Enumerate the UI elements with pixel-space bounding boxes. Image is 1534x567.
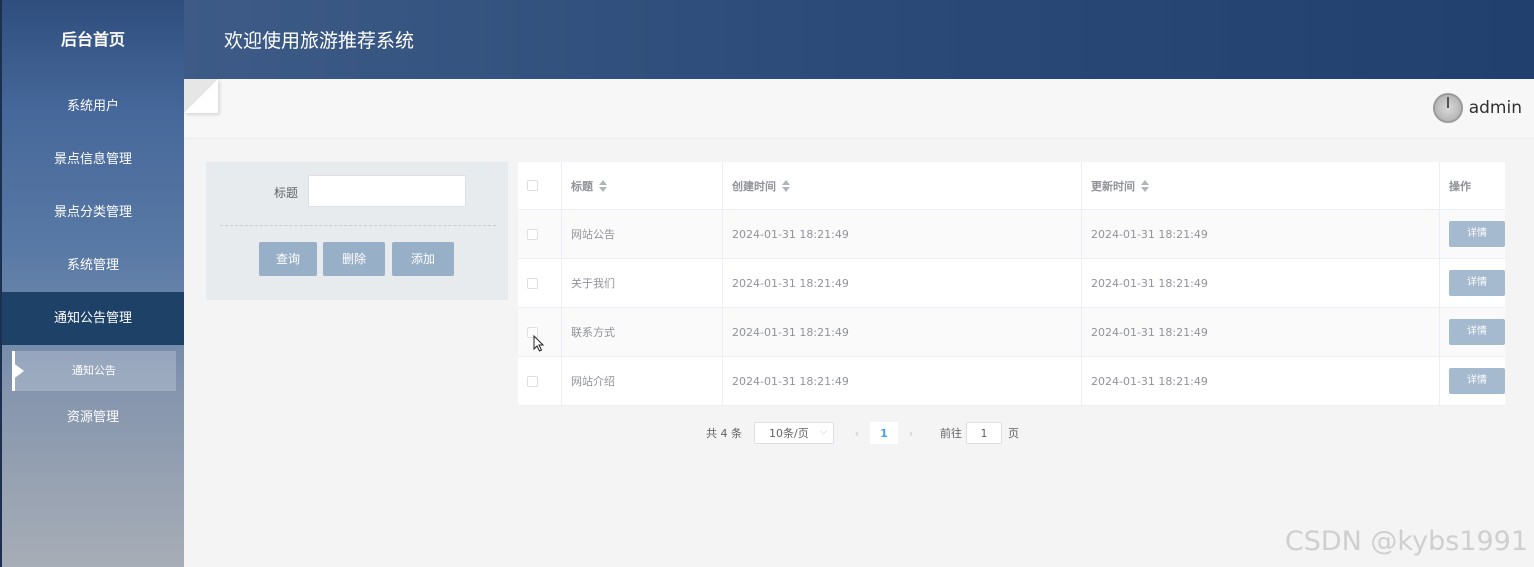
cell-updated: 2024-01-31 18:21:49 [1082, 210, 1440, 258]
table-row: 关于我们 2024-01-31 18:21:49 2024-01-31 18:2… [518, 259, 1505, 308]
cell-op: 详情 [1440, 210, 1505, 258]
watermark: CSDN @kybs1991 [1284, 526, 1528, 557]
cell-title: 网站介绍 [562, 357, 723, 405]
goto-label: 前往 [940, 427, 962, 440]
cell-created: 2024-01-31 18:21:49 [723, 210, 1082, 258]
page-number-current[interactable]: 1 [870, 422, 898, 444]
page-size-select[interactable]: 10条/页 ⌵ [754, 422, 834, 444]
row-checkbox[interactable] [527, 375, 538, 387]
sidebar-title[interactable]: 后台首页 [2, 0, 184, 80]
total-count: 共 4 条 [706, 427, 742, 440]
detail-button[interactable]: 详情 [1449, 221, 1505, 247]
menu-item-system-users[interactable]: 系统用户 [2, 80, 184, 133]
column-label: 更新时间 [1091, 179, 1135, 193]
column-header-updated[interactable]: 更新时间 [1082, 162, 1440, 209]
row-check-cell [518, 259, 562, 307]
data-table: 标题 创建时间 更新时间 操作 网站公告 2024-01-31 18:21:49… [518, 162, 1505, 406]
detail-button[interactable]: 详情 [1449, 319, 1505, 345]
title-search-input[interactable] [308, 175, 466, 207]
column-label: 创建时间 [732, 179, 776, 193]
search-panel: 标题 查询 删除 添加 [206, 162, 508, 300]
avatar[interactable] [1432, 93, 1463, 123]
sub-bar: admin [184, 79, 1534, 139]
mouse-cursor-icon [533, 335, 545, 352]
query-button[interactable]: 查询 [259, 242, 317, 276]
page-title: 欢迎使用旅游推荐系统 [224, 30, 415, 52]
detail-button[interactable]: 详情 [1449, 270, 1505, 296]
table-header-row: 标题 创建时间 更新时间 操作 [518, 162, 1505, 210]
top-header: 欢迎使用旅游推荐系统 [184, 0, 1534, 79]
submenu-item-label: 通知公告 [72, 364, 116, 377]
sort-icon[interactable] [782, 179, 790, 192]
menu-item-attraction-info[interactable]: 景点信息管理 [2, 133, 184, 186]
chevron-down-icon: ⌵ [820, 427, 827, 437]
detail-button[interactable]: 详情 [1449, 368, 1505, 394]
column-header-title[interactable]: 标题 [562, 162, 723, 209]
row-checkbox[interactable] [527, 277, 538, 289]
next-page-button[interactable]: › [900, 422, 922, 444]
row-check-cell [518, 210, 562, 258]
column-header-op: 操作 [1449, 179, 1471, 193]
cell-op: 详情 [1440, 259, 1505, 307]
table-row: 网站介绍 2024-01-31 18:21:49 2024-01-31 18:2… [518, 357, 1505, 406]
menu-item-attraction-category[interactable]: 景点分类管理 [2, 186, 184, 239]
add-button[interactable]: 添加 [392, 242, 454, 276]
cell-title: 网站公告 [562, 210, 723, 258]
cell-title: 联系方式 [562, 308, 723, 356]
menu-item-system-management[interactable]: 系统管理 [2, 239, 184, 292]
cell-updated: 2024-01-31 18:21:49 [1082, 259, 1440, 307]
collapse-toggle-icon[interactable] [184, 79, 218, 113]
select-all-cell [518, 162, 562, 209]
table-row: 网站公告 2024-01-31 18:21:49 2024-01-31 18:2… [518, 210, 1505, 259]
cell-updated: 2024-01-31 18:21:49 [1082, 308, 1440, 356]
cell-op: 详情 [1440, 357, 1505, 405]
row-check-cell [518, 357, 562, 405]
select-all-checkbox[interactable] [527, 180, 538, 191]
cell-updated: 2024-01-31 18:21:49 [1082, 357, 1440, 405]
cell-created: 2024-01-31 18:21:49 [723, 357, 1082, 405]
page-jumper: 前往 1 页 [940, 422, 1019, 444]
submenu-item-notice[interactable]: 通知公告 [12, 351, 176, 391]
menu-item-resource-management[interactable]: 资源管理 [2, 391, 184, 444]
pagination: 共 4 条 10条/页 ⌵ ‹ 1 › 前往 1 页 [706, 422, 1019, 444]
delete-button[interactable]: 删除 [323, 242, 385, 276]
sidebar: 后台首页 系统用户 景点信息管理 景点分类管理 系统管理 通知公告管理 通知公告… [0, 0, 184, 567]
goto-page-input[interactable]: 1 [966, 422, 1002, 444]
row-checkbox[interactable] [527, 228, 538, 240]
column-label: 标题 [571, 179, 593, 193]
divider [220, 225, 496, 226]
prev-page-button[interactable]: ‹ [846, 422, 868, 444]
cell-op: 详情 [1440, 308, 1505, 356]
cell-title: 关于我们 [562, 259, 723, 307]
column-header-created[interactable]: 创建时间 [723, 162, 1082, 209]
menu-item-notice-management[interactable]: 通知公告管理 [2, 292, 184, 345]
table-row: 联系方式 2024-01-31 18:21:49 2024-01-31 18:2… [518, 308, 1505, 357]
cell-created: 2024-01-31 18:21:49 [723, 259, 1082, 307]
sort-icon[interactable] [599, 179, 607, 192]
username[interactable]: admin [1469, 98, 1522, 118]
goto-suffix: 页 [1008, 427, 1019, 440]
search-label: 标题 [274, 186, 299, 200]
page-size-value: 10条/页 [769, 427, 809, 440]
sort-icon[interactable] [1141, 179, 1149, 192]
active-pointer-icon [12, 362, 24, 380]
cell-created: 2024-01-31 18:21:49 [723, 308, 1082, 356]
user-menu[interactable]: admin [1432, 93, 1522, 123]
